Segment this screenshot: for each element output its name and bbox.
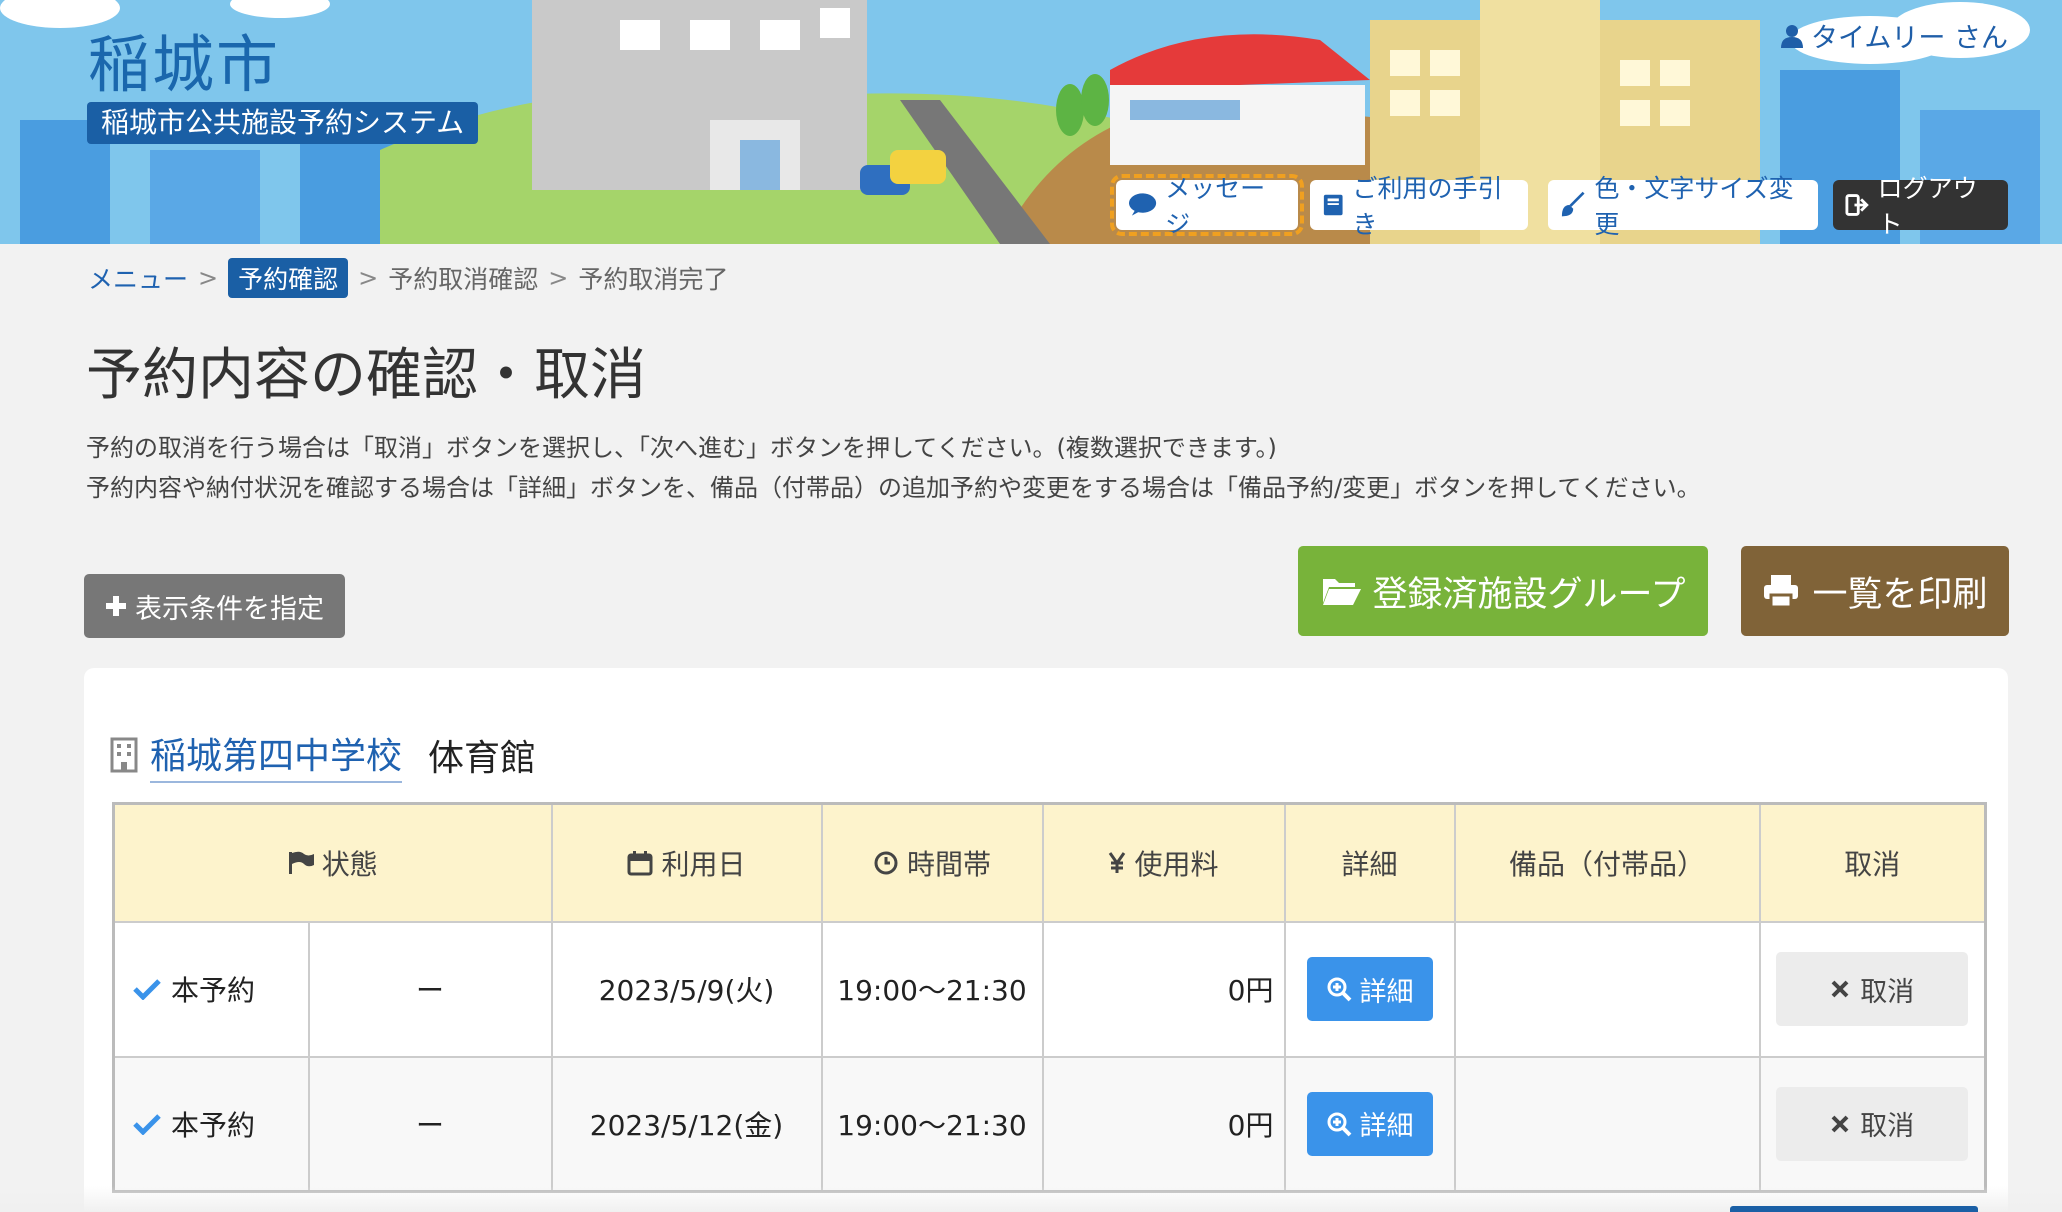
date-cell: 2023/5/12(金) (550, 1055, 823, 1193)
zoom-in-icon (1327, 977, 1351, 1002)
table-row: 本予約 ー 2023/5/12(金) 19:00〜21:30 0円 詳細 取消 (112, 1055, 1987, 1193)
display-filter-button-label: 表示条件を指定 (135, 593, 324, 625)
print-list-button[interactable]: 一覧を印刷 (1741, 546, 2009, 636)
detail-cell: 詳細 (1283, 920, 1456, 1058)
breadcrumb-cancel-confirm: 予約取消確認 (388, 265, 539, 294)
print-list-label: 一覧を印刷 (1812, 574, 1988, 615)
system-name-badge[interactable]: 稲城市公共施設予約システム (87, 102, 479, 144)
description-line-1: 予約の取消を行う場合は「取消」ボタンを選択し、「次へ進む」ボタンを押してください… (86, 434, 1277, 462)
header-status-label: 状態 (321, 847, 378, 881)
cancel-cell: 取消 (1758, 1055, 1987, 1193)
breadcrumb-separator: > (198, 264, 219, 292)
header-date: 利用日 (550, 802, 823, 923)
cancel-cell: 取消 (1758, 920, 1987, 1058)
status-cell: 本予約 (112, 920, 310, 1058)
fee-cell: 0円 (1041, 920, 1286, 1058)
zoom-in-icon (1327, 1112, 1351, 1137)
user-menu[interactable]: タイムリー さん (1780, 16, 2008, 55)
user-name-label: タイムリー さん (1810, 23, 2008, 54)
check-icon (133, 979, 161, 1000)
user-icon (1780, 24, 1803, 48)
building-icon (110, 737, 138, 773)
sign-out-icon (1845, 194, 1869, 216)
header-status: 状態 (112, 802, 553, 923)
message-button[interactable]: メッセージ (1110, 174, 1304, 239)
description-line-2: 予約内容や納付状況を確認する場合は「詳細」ボタンを、備品（付帯品）の追加予約や変… (86, 474, 1701, 502)
header-fee-label: 使用料 (1134, 847, 1219, 881)
clock-icon (874, 851, 898, 875)
detail-button[interactable]: 詳細 (1306, 1091, 1433, 1156)
cancel-button[interactable]: 取消 (1776, 952, 1969, 1026)
folder-open-icon (1322, 579, 1361, 605)
page-description: 予約の取消を行う場合は「取消」ボタンを選択し、「次へ進む」ボタンを押してください… (86, 428, 1701, 508)
header-equipment: 備品（付帯品） (1453, 802, 1761, 923)
breadcrumb-separator: > (548, 264, 569, 292)
status-sub-cell: ー (307, 1055, 553, 1193)
breadcrumb-menu[interactable]: メニュー (88, 260, 188, 296)
header-time: 時間帯 (820, 802, 1044, 923)
status-label: 本予約 (171, 974, 256, 1007)
cancel-button[interactable]: 取消 (1776, 1086, 1969, 1161)
date-cell: 2023/5/9(火) (550, 920, 823, 1058)
next-button-edge[interactable] (1730, 1206, 1978, 1212)
yen-icon (1109, 851, 1126, 873)
registered-facility-group-label: 登録済施設グループ (1372, 574, 1686, 615)
table-row: 本予約 ー 2023/5/9(火) 19:00〜21:30 0円 詳細 取消 (112, 920, 1987, 1058)
logout-button[interactable]: ログアウト (1833, 174, 2008, 239)
table-header-row: 状態 利用日 時間帯 使用料 詳細 備品（付帯品） 取消 (112, 802, 1987, 923)
facility-heading: 稲城第四中学校 体育館 (110, 727, 537, 783)
reservation-table: 状態 利用日 時間帯 使用料 詳細 備品（付帯品） 取消 本予約 ー 2023/… (112, 802, 1987, 1193)
guide-button-label: ご利用の手引き (1352, 174, 1503, 239)
equipment-cell (1453, 1055, 1761, 1193)
close-icon (1831, 980, 1849, 998)
time-cell: 19:00〜21:30 (820, 1055, 1044, 1193)
logout-button-label: ログアウト (1877, 174, 1978, 239)
status-cell: 本予約 (112, 1055, 310, 1193)
header-time-label: 時間帯 (906, 847, 991, 881)
header-detail: 詳細 (1283, 802, 1456, 923)
status-sub-cell: ー (307, 920, 553, 1058)
fee-cell: 0円 (1041, 1055, 1286, 1193)
flag-icon (288, 851, 314, 874)
equipment-cell (1453, 920, 1761, 1058)
display-filter-button[interactable]: 表示条件を指定 (84, 574, 345, 638)
calendar-icon (627, 850, 653, 876)
registered-facility-group-button[interactable]: 登録済施設グループ (1298, 546, 1708, 636)
status-label: 本予約 (171, 1108, 256, 1142)
header-fee: 使用料 (1041, 802, 1286, 923)
page-title: 予約内容の確認・取消 (86, 343, 646, 408)
message-button-label: メッセージ (1165, 174, 1266, 239)
color-font-size-button-label: 色・文字サイズ変更 (1594, 174, 1794, 239)
breadcrumb-cancel-complete: 予約取消完了 (578, 265, 729, 294)
breadcrumb-separator: > (358, 264, 379, 292)
close-icon (1831, 1115, 1849, 1133)
cancel-button-label: 取消 (1860, 976, 1915, 1008)
detail-cell: 詳細 (1283, 1055, 1456, 1193)
color-font-size-button[interactable]: 色・文字サイズ変更 (1548, 174, 1818, 239)
header-cancel: 取消 (1758, 802, 1987, 923)
cancel-button-label: 取消 (1860, 1111, 1915, 1143)
time-cell: 19:00〜21:30 (820, 920, 1044, 1058)
paintbrush-icon (1561, 191, 1585, 217)
breadcrumb-reservation-check: 予約確認 (228, 258, 349, 298)
facility-name-link[interactable]: 稲城第四中学校 (150, 727, 403, 783)
detail-button[interactable]: 詳細 (1306, 957, 1433, 1021)
check-icon (133, 1113, 161, 1135)
book-icon (1323, 194, 1343, 216)
plus-icon (106, 596, 126, 616)
detail-button-label: 詳細 (1359, 1111, 1414, 1143)
detail-button-label: 詳細 (1359, 976, 1414, 1008)
speech-bubble-icon (1128, 193, 1157, 216)
guide-button[interactable]: ご利用の手引き (1310, 174, 1528, 239)
site-header: 稲城市 稲城市公共施設予約システム タイムリー さん メッセージ ご利用の手引き… (0, 0, 2062, 244)
room-name: 体育館 (428, 738, 537, 779)
header-date-label: 利用日 (661, 847, 746, 881)
city-logo[interactable]: 稲城市 (88, 14, 280, 104)
printer-icon (1764, 575, 1799, 609)
breadcrumb: メニュー > 予約確認 > 予約取消確認 > 予約取消完了 (88, 258, 728, 298)
